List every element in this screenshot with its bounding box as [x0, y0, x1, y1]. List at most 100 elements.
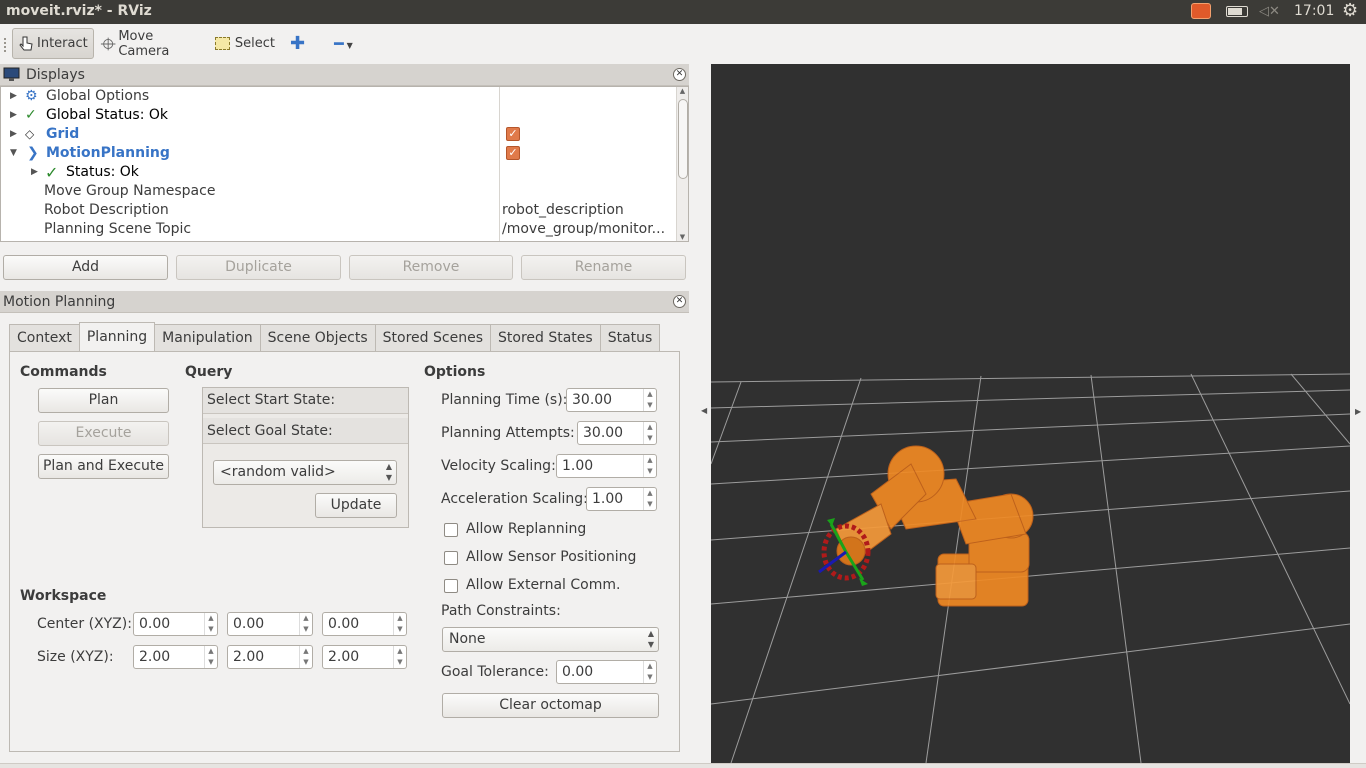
- 3d-render-viewport[interactable]: [711, 64, 1350, 763]
- expand-arrow-icon[interactable]: ▶: [10, 106, 17, 125]
- tree-item-value[interactable]: /move_group/monitor...: [502, 220, 665, 239]
- tree-item-global-status[interactable]: ▶ ✓ Global Status: Ok: [1, 106, 499, 125]
- chevron-down-icon: ▼: [346, 41, 353, 50]
- spin-arrows-icon[interactable]: ▲ ▼: [204, 646, 217, 668]
- expand-arrow-icon[interactable]: ▶: [31, 163, 38, 182]
- allow-replanning-checkbox[interactable]: [444, 523, 458, 537]
- plan-button[interactable]: Plan: [38, 388, 169, 413]
- grid-enabled-checkbox[interactable]: ✓: [506, 127, 520, 141]
- tree-item-label: MotionPlanning: [46, 145, 170, 161]
- remove-tool-button[interactable]: ━ ▼: [334, 28, 366, 59]
- spin-arrows-icon[interactable]: ▲ ▼: [204, 613, 217, 635]
- move-camera-icon: [100, 37, 116, 50]
- tab-stored-states[interactable]: Stored States: [490, 324, 601, 351]
- tree-item-label: Planning Scene Topic: [44, 221, 192, 237]
- tree-item-planning-scene-topic[interactable]: Planning Scene Topic /move_group/monitor…: [1, 220, 681, 239]
- spin-arrows-icon[interactable]: ▲ ▼: [643, 389, 656, 411]
- grid-icon: ◇: [25, 127, 35, 141]
- gear-icon: ⚙: [25, 88, 38, 104]
- add-tool-button[interactable]: ✚: [290, 28, 308, 59]
- spin-arrows-icon[interactable]: ▲ ▼: [643, 661, 656, 683]
- displays-tree: ▶ ⚙ Global Options ▶ ✓ Global Status: Ok…: [0, 86, 689, 242]
- close-displays-button[interactable]: ✕: [673, 68, 686, 81]
- tab-stored-scenes[interactable]: Stored Scenes: [374, 324, 491, 351]
- tree-item-value[interactable]: robot_description: [502, 201, 624, 220]
- collapse-left-icon[interactable]: ◀: [701, 406, 707, 415]
- duplicate-display-button[interactable]: Duplicate: [176, 255, 341, 280]
- size-z-spinbox[interactable]: 2.00 ▲ ▼: [322, 645, 407, 669]
- close-motion-planning-button[interactable]: ✕: [673, 295, 686, 308]
- select-tool-button[interactable]: Select: [215, 28, 275, 59]
- collapse-right-icon[interactable]: ▶: [1355, 407, 1361, 416]
- settings-gear-icon[interactable]: ⚙: [1342, 1, 1358, 21]
- tree-item-motionplanning[interactable]: ▼ ❯ MotionPlanning ✓: [1, 144, 681, 163]
- allow-replanning-label[interactable]: Allow Replanning: [466, 521, 586, 537]
- tab-manipulation[interactable]: Manipulation: [154, 324, 261, 351]
- tab-planning[interactable]: Planning: [78, 322, 156, 351]
- expand-arrow-icon[interactable]: ▶: [10, 87, 17, 106]
- right-splitter[interactable]: ▶: [1350, 64, 1366, 763]
- rename-display-button[interactable]: Rename: [521, 255, 686, 280]
- motionplanning-enabled-checkbox[interactable]: ✓: [506, 146, 520, 160]
- tree-item-move-group-namespace[interactable]: Move Group Namespace: [1, 182, 681, 201]
- tree-item-status[interactable]: ▶ ✓ Status: Ok: [1, 163, 499, 182]
- tree-item-grid[interactable]: ▶ ◇ Grid ✓: [1, 125, 681, 144]
- spin-arrows-icon[interactable]: ▲ ▼: [393, 646, 406, 668]
- combo-arrows-icon: ▲ ▼: [647, 629, 654, 649]
- size-x-spinbox[interactable]: 2.00 ▲ ▼: [133, 645, 218, 669]
- add-display-button[interactable]: Add: [3, 255, 168, 280]
- spin-arrows-icon[interactable]: ▲ ▼: [299, 613, 312, 635]
- path-constraints-combobox[interactable]: None ▲ ▼: [442, 627, 659, 652]
- tool-toolbar: Interact Move Camera Select ✚ ━ ▼: [0, 24, 1366, 64]
- tab-context[interactable]: Context: [9, 324, 80, 351]
- toolbar-grip[interactable]: [4, 38, 7, 52]
- collapse-arrow-icon[interactable]: ▼: [10, 144, 17, 163]
- select-goal-state-header[interactable]: Select Goal State:: [203, 418, 408, 444]
- allow-sensor-positioning-label[interactable]: Allow Sensor Positioning: [466, 549, 636, 565]
- scroll-up-icon[interactable]: ▲: [677, 87, 688, 95]
- tree-item-global-options[interactable]: ▶ ⚙ Global Options: [1, 87, 499, 106]
- tab-status[interactable]: Status: [599, 324, 661, 351]
- displays-scrollbar[interactable]: ▲ ▼: [676, 87, 688, 241]
- allow-external-comm-checkbox[interactable]: [444, 579, 458, 593]
- splitter-handle[interactable]: ◀: [689, 64, 711, 763]
- scroll-down-icon[interactable]: ▼: [677, 233, 688, 241]
- remove-display-button[interactable]: Remove: [349, 255, 513, 280]
- expand-arrow-icon[interactable]: ▶: [10, 125, 17, 144]
- clock[interactable]: 17:01: [1294, 3, 1334, 21]
- spin-arrows-icon[interactable]: ▲ ▼: [643, 422, 656, 444]
- spin-arrows-icon[interactable]: ▲ ▼: [393, 613, 406, 635]
- select-box-icon: [215, 37, 230, 50]
- update-notifier-icon[interactable]: [1191, 3, 1211, 19]
- spin-arrows-icon[interactable]: ▲ ▼: [299, 646, 312, 668]
- allow-sensor-positioning-checkbox[interactable]: [444, 551, 458, 565]
- center-z-spinbox[interactable]: 0.00 ▲ ▼: [322, 612, 407, 636]
- select-start-state-header[interactable]: Select Start State:: [203, 388, 408, 414]
- allow-external-comm-label[interactable]: Allow External Comm.: [466, 577, 620, 593]
- clear-octomap-button[interactable]: Clear octomap: [442, 693, 659, 718]
- size-y-spinbox[interactable]: 2.00 ▲ ▼: [227, 645, 313, 669]
- volume-icon[interactable]: ◁✕: [1259, 4, 1280, 22]
- acceleration-scaling-spinbox[interactable]: 1.00 ▲ ▼: [586, 487, 657, 511]
- move-camera-tool-button[interactable]: Move Camera: [100, 28, 200, 59]
- size-z-value: 2.00: [328, 649, 360, 665]
- spin-arrows-icon[interactable]: ▲ ▼: [643, 455, 656, 477]
- plan-and-execute-button[interactable]: Plan and Execute: [38, 454, 169, 479]
- goal-tolerance-spinbox[interactable]: 0.00 ▲ ▼: [556, 660, 657, 684]
- interact-tool-button[interactable]: Interact: [12, 28, 94, 59]
- goal-state-combobox[interactable]: <random valid> ▲ ▼: [213, 460, 397, 485]
- scrollbar-thumb[interactable]: [678, 99, 688, 179]
- planning-time-spinbox[interactable]: 30.00 ▲ ▼: [566, 388, 657, 412]
- planning-attempts-spinbox[interactable]: 30.00 ▲ ▼: [577, 421, 657, 445]
- center-x-spinbox[interactable]: 0.00 ▲ ▼: [133, 612, 218, 636]
- velocity-scaling-spinbox[interactable]: 1.00 ▲ ▼: [556, 454, 657, 478]
- workspace-heading: Workspace: [20, 588, 107, 604]
- tree-item-label: Status: Ok: [66, 164, 139, 180]
- center-y-spinbox[interactable]: 0.00 ▲ ▼: [227, 612, 313, 636]
- tree-item-robot-description[interactable]: Robot Description robot_description: [1, 201, 681, 220]
- execute-button[interactable]: Execute: [38, 421, 169, 446]
- tab-scene-objects[interactable]: Scene Objects: [259, 324, 376, 351]
- spin-arrows-icon[interactable]: ▲ ▼: [643, 488, 656, 510]
- update-button[interactable]: Update: [315, 493, 397, 518]
- battery-icon[interactable]: [1226, 6, 1248, 17]
